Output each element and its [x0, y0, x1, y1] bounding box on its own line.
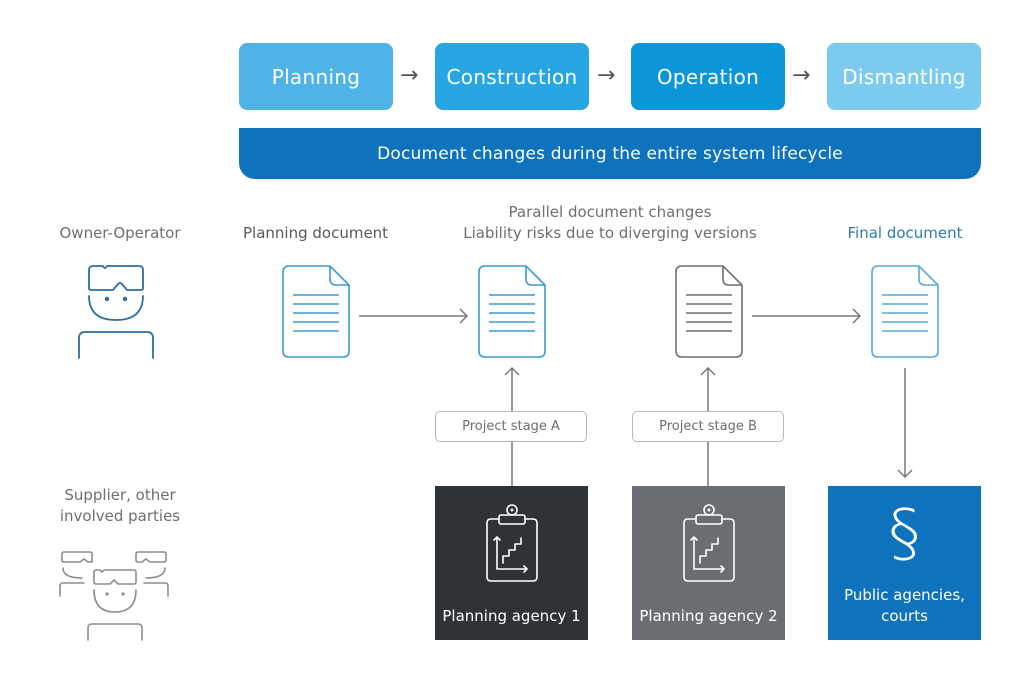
arrow-final-down	[897, 368, 913, 479]
section-sign-icon: §	[888, 497, 921, 571]
agency-label: Planning agency 1	[442, 607, 581, 625]
public-line1: Public agencies,	[844, 586, 965, 604]
arrow-stage-b-to-final	[752, 308, 862, 324]
public-line2: courts	[881, 607, 928, 625]
planning-agency-2: Planning agency 2	[632, 486, 785, 640]
public-agencies-courts: § Public agencies, courts	[828, 486, 981, 640]
project-stage-a: Project stage A	[435, 411, 587, 442]
project-stage-b: Project stage B	[632, 411, 784, 442]
clipboard-chart-icon	[486, 504, 538, 582]
clipboard-chart-icon	[683, 504, 735, 582]
arrow-planning-to-stage-a	[359, 308, 469, 324]
planning-agency-1: Planning agency 1	[435, 486, 588, 640]
agency-label: Planning agency 2	[639, 607, 778, 625]
